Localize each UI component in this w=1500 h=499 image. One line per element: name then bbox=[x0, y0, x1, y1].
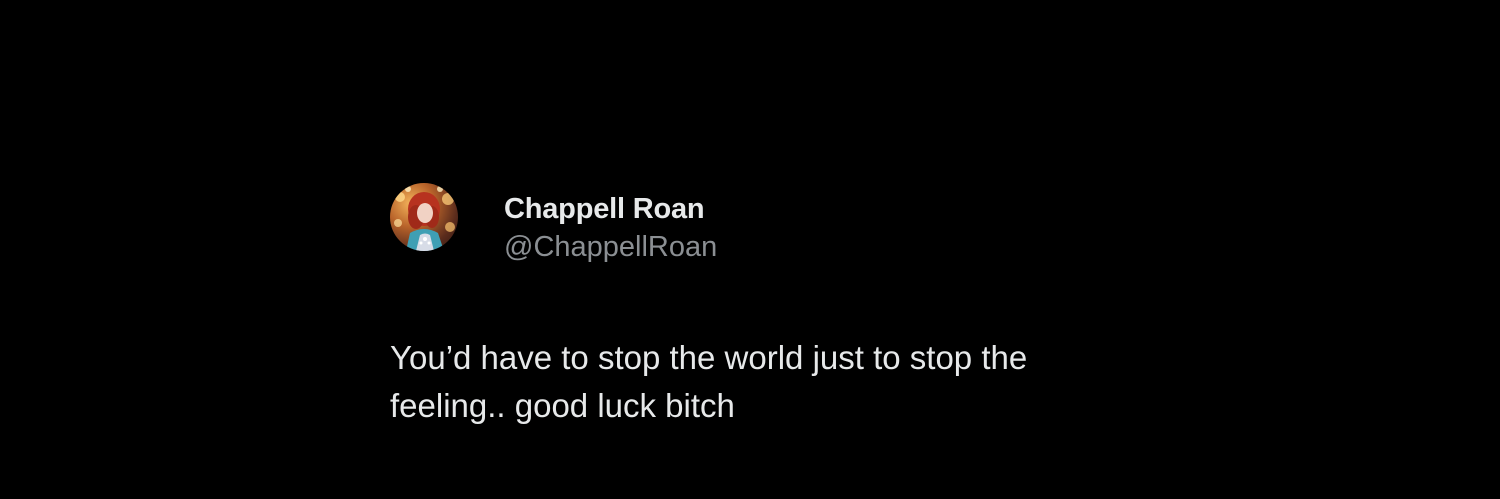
avatar[interactable] bbox=[390, 183, 458, 251]
profile-photo-icon bbox=[394, 186, 455, 251]
tweet-card[interactable] bbox=[360, 160, 1140, 499]
tweet-text: You’d have to stop the world just to sto… bbox=[390, 334, 1150, 430]
author-name[interactable]: Chappell Roan bbox=[504, 193, 705, 226]
tweet-text-line: You’d have to stop the world just to sto… bbox=[390, 339, 1028, 376]
tweet-text-line: feeling.. good luck bitch bbox=[390, 387, 735, 424]
author-handle[interactable]: @ChappellRoan bbox=[504, 231, 717, 264]
page: Chappell Roan @ChappellRoan You’d have t… bbox=[0, 0, 1500, 499]
